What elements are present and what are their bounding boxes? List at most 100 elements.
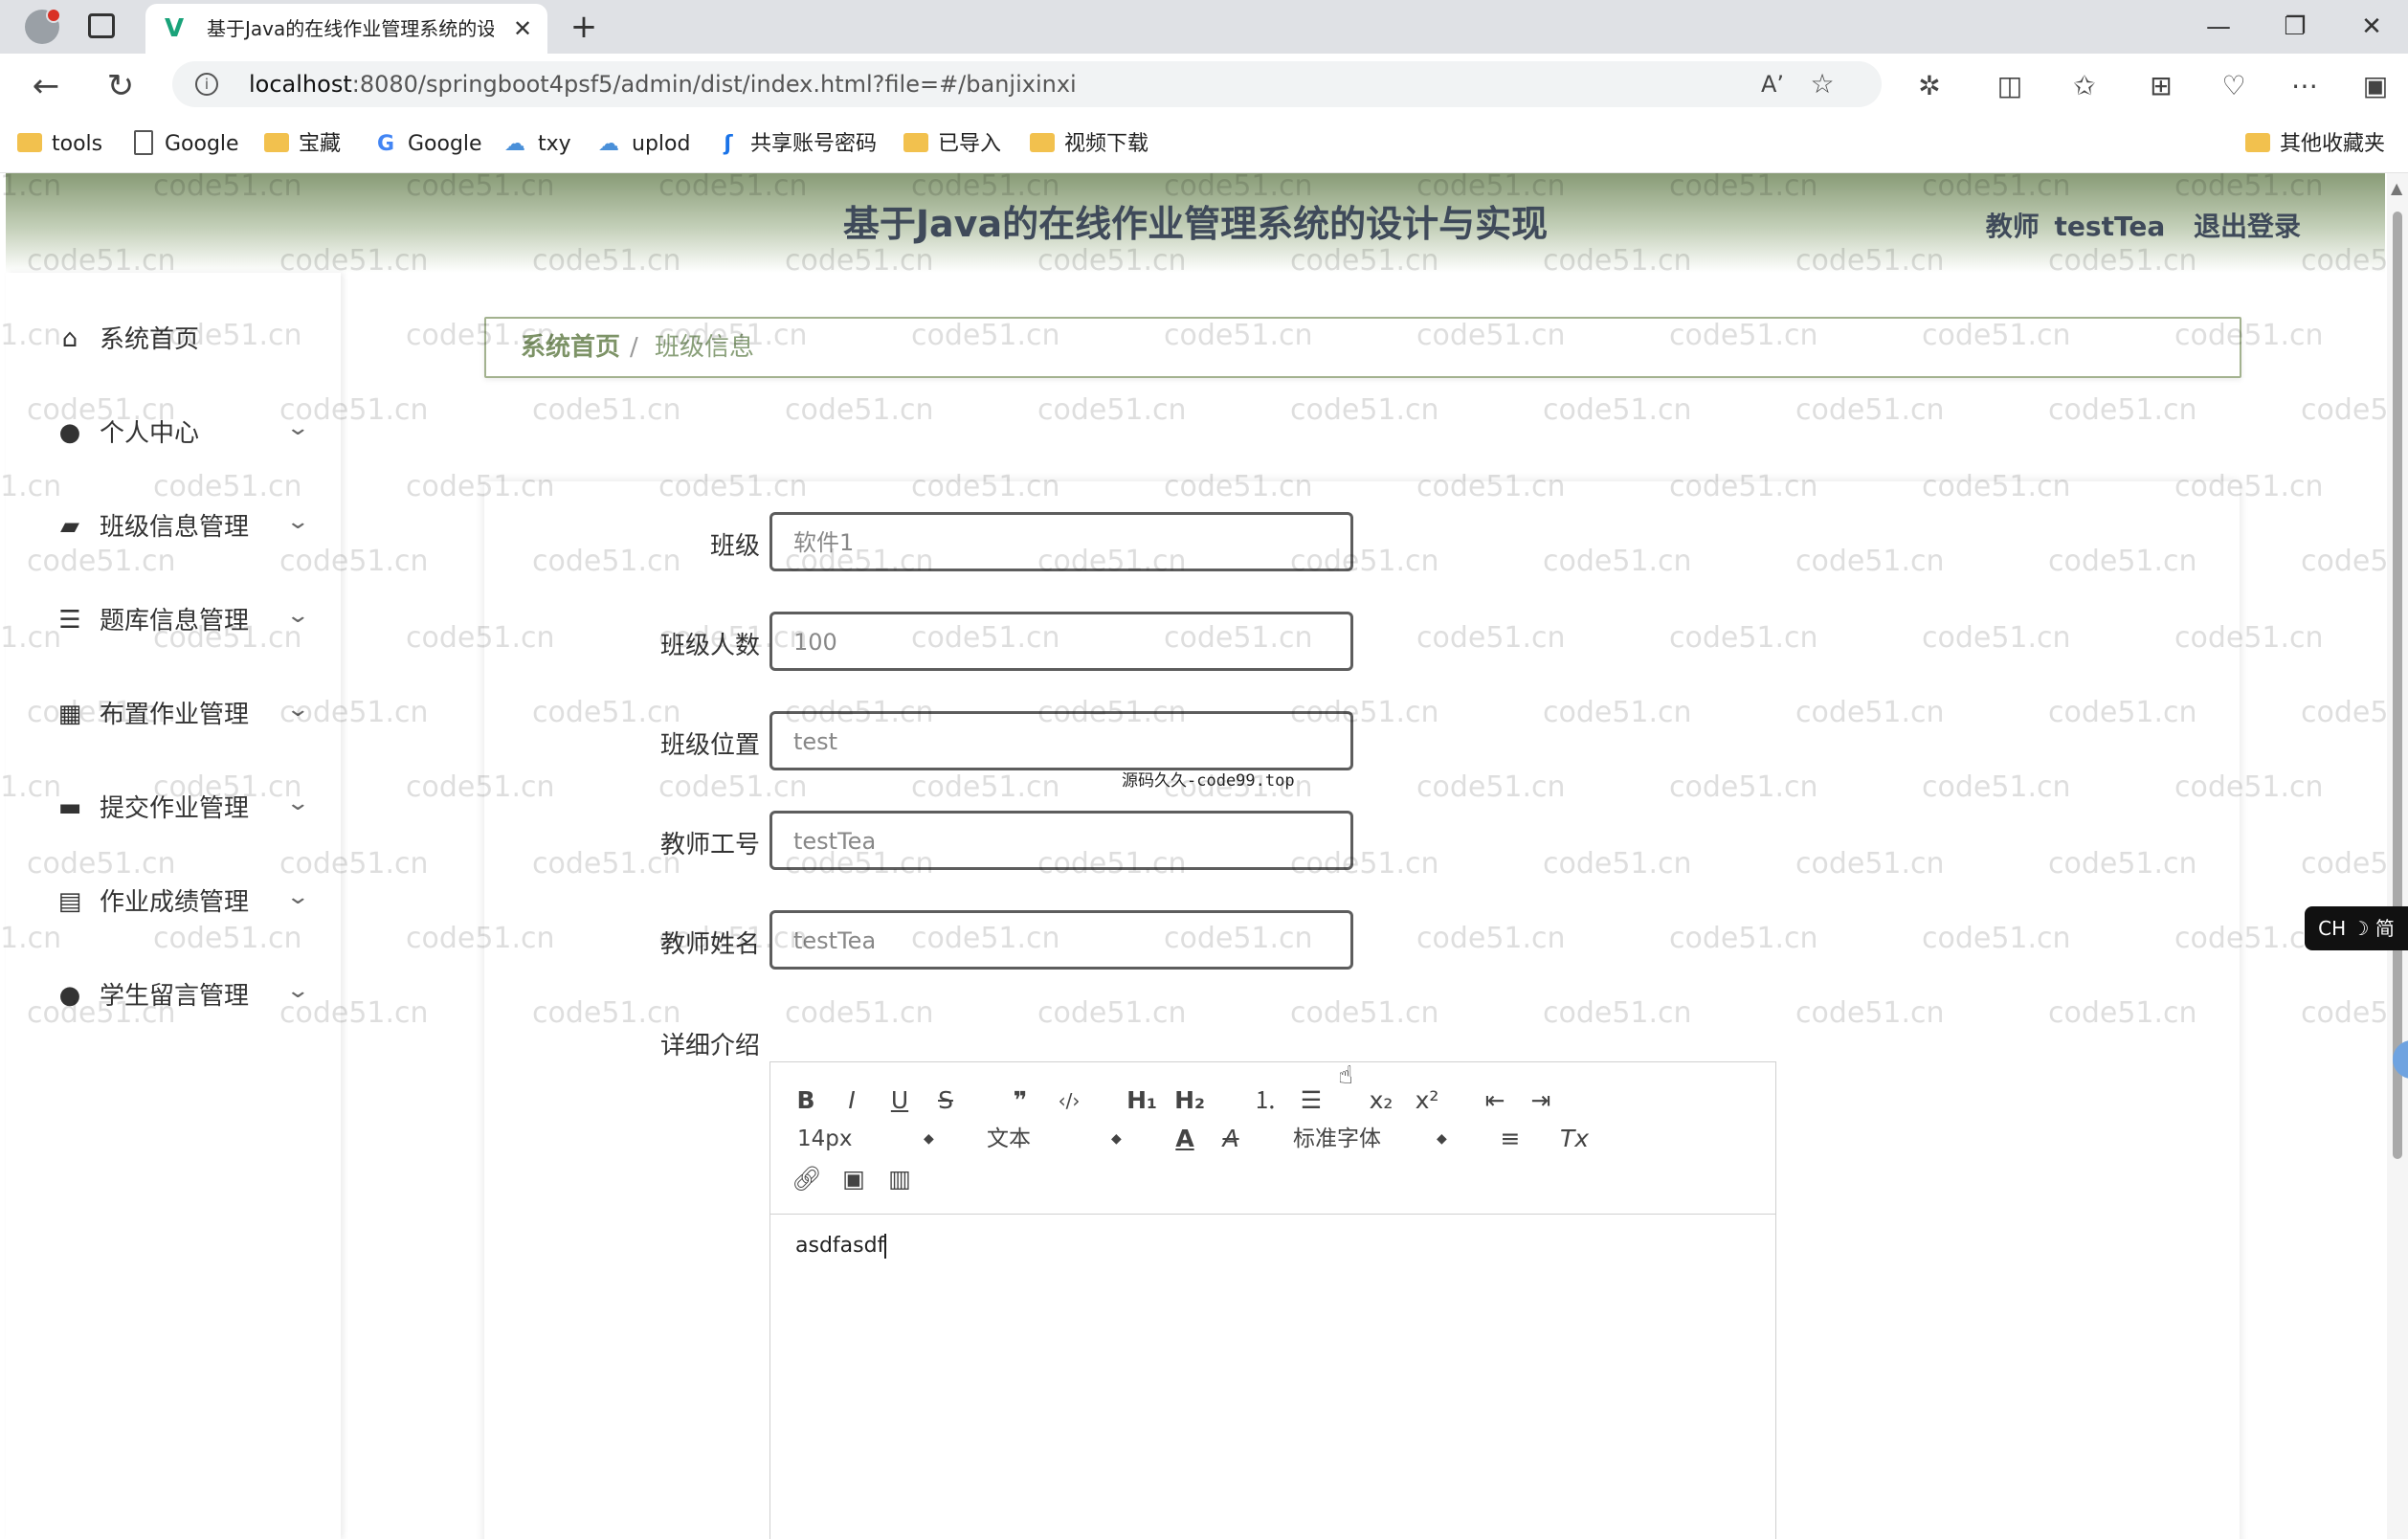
scroll-up-arrow-icon[interactable]: ▲ <box>2391 179 2402 197</box>
font-color-button[interactable]: A <box>1171 1124 1199 1154</box>
app-header: 基于Java的在线作业管理系统的设计与实现 教师 testTea 退出登录 <box>6 173 2385 273</box>
sidebar-item-class-management[interactable]: ▰ 班级信息管理 ⌄ <box>6 499 341 556</box>
class-name-field[interactable]: 软件1 <box>769 512 1353 571</box>
bookmark-app-icon: ʃ <box>724 132 733 156</box>
bookmark-baozang[interactable]: 宝藏 <box>264 128 341 161</box>
sidebar-toggle-icon[interactable]: ▣ <box>2356 67 2395 105</box>
class-location-field[interactable]: test <box>769 711 1353 770</box>
teacher-id-field[interactable]: testTea <box>769 811 1353 870</box>
align-button[interactable]: ≡ <box>1494 1124 1527 1154</box>
bookmark-label: txy <box>538 132 571 156</box>
site-info-icon[interactable]: i <box>195 73 218 96</box>
scrollbar-thumb[interactable] <box>2393 212 2402 1159</box>
font-size-select[interactable]: 14px ◆ <box>797 1124 941 1154</box>
favorite-star-icon[interactable]: ☆ <box>1803 65 1841 103</box>
grid-icon: ▦ <box>57 700 82 728</box>
read-aloud-icon[interactable]: Aʼ <box>1753 65 1792 103</box>
wallet-icon: ▰ <box>60 512 79 541</box>
tab-title: 基于Java的在线作业管理系统的设计与实现 <box>207 17 494 40</box>
watermark-text: code51.cn <box>1795 393 1945 427</box>
folder-icon <box>264 133 289 152</box>
teacher-name-field[interactable]: testTea <box>769 910 1353 970</box>
sidebar-item-grades[interactable]: ▤ 作业成绩管理 ⌄ <box>6 874 341 931</box>
new-tab-button[interactable]: + <box>565 8 603 46</box>
bookmark-shared-accounts[interactable]: ʃ 共享账号密码 <box>716 128 877 161</box>
field-value: test <box>793 728 838 755</box>
collections-icon[interactable]: ⊞ <box>2142 67 2180 105</box>
header-select[interactable]: 文本 ◆ <box>987 1124 1130 1154</box>
field-value: testTea <box>793 927 877 954</box>
italic-button[interactable]: I <box>837 1085 866 1116</box>
bookmark-video-download[interactable]: 视频下载 <box>1030 128 1148 161</box>
sidebar-item-assign-homework[interactable]: ▦ 布置作业管理 ⌄ <box>6 686 341 744</box>
indent-button[interactable]: ⇥ <box>1525 1085 1557 1116</box>
vue-favicon-icon: V <box>165 14 185 43</box>
code-block-button[interactable]: ‹/› <box>1050 1085 1088 1116</box>
outdent-button[interactable]: ⇤ <box>1479 1085 1511 1116</box>
bold-button[interactable]: B <box>792 1085 820 1116</box>
bookmark-txy[interactable]: ☁ txy <box>502 128 571 161</box>
address-bar[interactable]: i localhost:8080/springboot4psf5/admin/d… <box>172 61 1882 107</box>
sidebar-item-submit-homework[interactable]: ▬ 提交作业管理 ⌄ <box>6 780 341 837</box>
heading2-button[interactable]: H₂ <box>1171 1085 1209 1116</box>
class-name-label: 班级 <box>709 532 760 561</box>
bookmark-google[interactable]: G Google <box>373 128 482 161</box>
sidebar-item-profile[interactable]: ● 个人中心 ⌄ <box>6 405 341 462</box>
browser-tab-bar: V 基于Java的在线作业管理系统的设计与实现 ✕ + — ❐ ✕ <box>0 0 2408 54</box>
class-size-field[interactable]: 100 <box>769 612 1353 671</box>
bookmark-uplod[interactable]: ☁ uplod <box>595 128 690 161</box>
chevron-down-icon: ⌄ <box>285 510 311 534</box>
user-role: 教师 <box>1985 211 2040 242</box>
bullet-list-button[interactable]: ☰ <box>1295 1085 1327 1116</box>
back-arrow-icon[interactable]: ← <box>23 63 69 109</box>
font-size-value: 14px <box>797 1126 853 1151</box>
favorites-icon[interactable]: ✩ <box>2065 67 2104 105</box>
chevron-down-icon: ⌄ <box>285 604 311 628</box>
strikethrough-button[interactable]: S <box>931 1085 960 1116</box>
sidebar-item-question-bank[interactable]: ☰ 题库信息管理 ⌄ <box>6 592 341 650</box>
ime-indicator[interactable]: CH ☽ 简 <box>2305 906 2408 950</box>
bulb-icon: ● <box>58 981 81 1010</box>
refresh-icon[interactable]: ↻ <box>98 63 144 109</box>
bookmark-google-page[interactable]: Google <box>134 128 239 161</box>
profile-avatar-icon[interactable] <box>25 8 61 44</box>
extensions-puzzle-icon[interactable]: ✲ <box>1910 67 1949 105</box>
settings-ellipsis-icon[interactable]: ⋯ <box>2285 67 2324 105</box>
video-icon[interactable]: ▥ <box>883 1164 916 1194</box>
watermark-text: code51.cn <box>1543 393 1692 427</box>
underline-button[interactable]: U <box>885 1085 914 1116</box>
user-area: 教师 testTea 退出登录 <box>1980 208 2301 246</box>
window-minimize-button[interactable]: — <box>2190 8 2247 46</box>
window-close-button[interactable]: ✕ <box>2343 8 2400 46</box>
link-icon[interactable]: 🔗︎ <box>790 1164 824 1194</box>
font-family-select[interactable]: 标准字体 ◆ <box>1293 1124 1456 1154</box>
browser-tab-active[interactable]: V 基于Java的在线作业管理系统的设计与实现 ✕ <box>145 4 547 54</box>
tab-actions-icon[interactable] <box>88 13 115 38</box>
sidebar-item-home[interactable]: ⌂ 系统首页 <box>6 311 341 368</box>
clear-format-button[interactable]: Tx <box>1555 1124 1594 1154</box>
editor-content[interactable]: asdfasdf <box>795 1231 887 1261</box>
bookmark-imported[interactable]: 已导入 <box>903 128 1001 161</box>
heading1-button[interactable]: H₁ <box>1123 1085 1161 1116</box>
tab-close-icon[interactable]: ✕ <box>507 13 538 44</box>
breadcrumb-home-link[interactable]: 系统首页 <box>521 330 620 365</box>
sidebar-item-messages[interactable]: ● 学生留言管理 ⌄ <box>6 968 341 1025</box>
ordered-list-button[interactable]: ⒈ <box>1249 1085 1282 1116</box>
browser-essentials-heart-icon[interactable]: ♡ <box>2215 67 2253 105</box>
background-color-button[interactable]: A <box>1216 1124 1245 1154</box>
bookmark-tools[interactable]: tools <box>17 128 102 161</box>
bookmark-other-favorites[interactable]: 其他收藏夹 <box>2245 128 2385 161</box>
username: testTea <box>2054 211 2166 242</box>
bookmarks-bar: tools Google 宝藏 G Google ☁ txy ☁ uplod ʃ 共享账… <box>0 117 2408 173</box>
scrollbar[interactable]: ▲ <box>2387 173 2408 1539</box>
subscript-button[interactable]: x₂ <box>1362 1085 1400 1116</box>
split-screen-icon[interactable]: ◫ <box>1991 67 2029 105</box>
blockquote-button[interactable]: ❞ <box>1006 1085 1035 1116</box>
watermark-text: code51.cn <box>2048 393 2197 427</box>
superscript-button[interactable]: x² <box>1408 1085 1446 1116</box>
image-icon[interactable]: ▣ <box>837 1164 870 1194</box>
logout-link[interactable]: 退出登录 <box>2194 211 2301 242</box>
url-text[interactable]: localhost:8080/springboot4psf5/admin/dis… <box>249 71 1077 98</box>
window-restore-button[interactable]: ❐ <box>2266 8 2324 46</box>
folder-icon <box>17 133 42 152</box>
